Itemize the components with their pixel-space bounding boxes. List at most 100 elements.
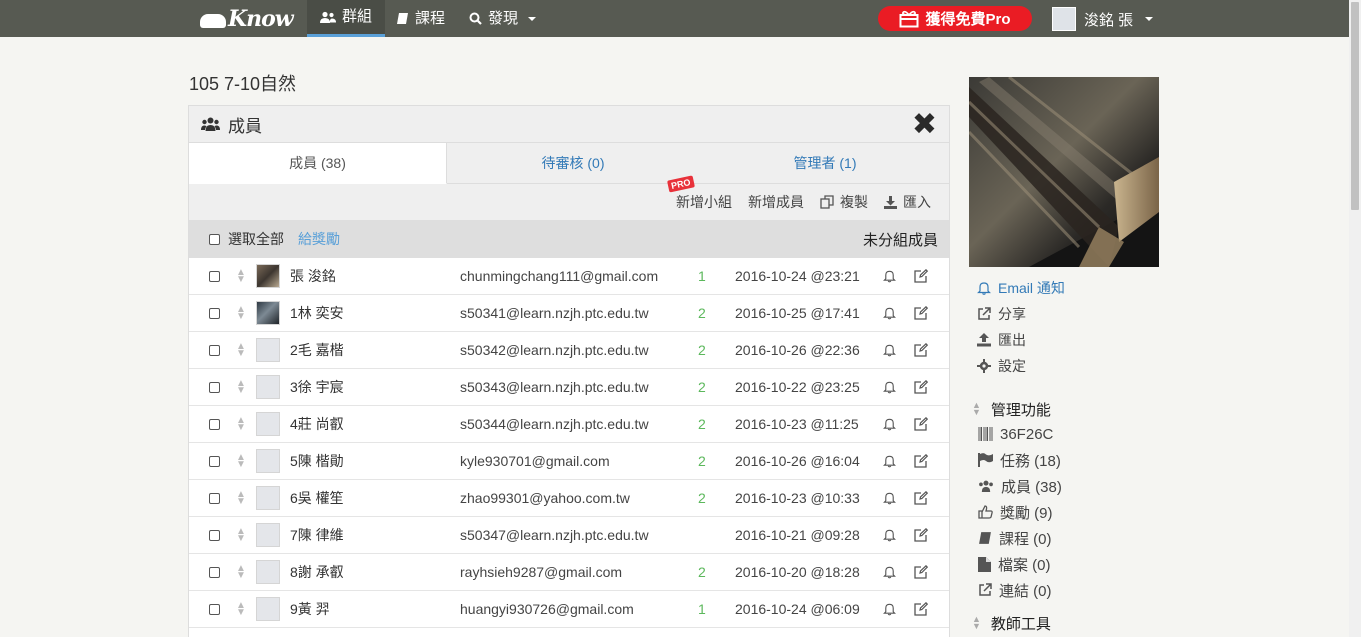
drag-handle-icon[interactable]: ▲ ▼ bbox=[236, 480, 246, 516]
edit-icon[interactable] bbox=[914, 369, 928, 405]
import-button[interactable]: 匯入 bbox=[884, 192, 931, 212]
give-award-link[interactable]: 給獎勵 bbox=[298, 229, 340, 249]
table-row[interactable]: ▲ ▼ 9黃 羿 huangyi930726@gmail.com 1 2016-10-24… bbox=[189, 591, 949, 628]
bell-icon[interactable] bbox=[883, 554, 896, 590]
checkbox[interactable] bbox=[209, 307, 220, 319]
admin-item-awards[interactable]: 獎勵 (9) bbox=[972, 499, 1062, 525]
drag-handle-icon[interactable]: ▲ ▼ bbox=[236, 295, 246, 331]
edit-icon[interactable] bbox=[914, 517, 928, 553]
drag-handle-icon[interactable]: ▲ ▼ bbox=[236, 517, 246, 553]
table-row[interactable]: ▲ ▼ 5陳 楷勛 kyle930701@gmail.com 2 2016-10-26 @… bbox=[189, 443, 949, 480]
checkbox[interactable] bbox=[209, 492, 220, 504]
nav-courses[interactable]: 課程 bbox=[396, 0, 445, 37]
drag-handle-icon[interactable]: ▲ ▼ bbox=[236, 369, 246, 405]
teacher-tools-header[interactable]: ▲ ▼ 教師工具 bbox=[972, 611, 1062, 635]
tab-pending[interactable]: 待審核 (0) bbox=[447, 143, 699, 183]
edit-icon[interactable] bbox=[914, 258, 928, 294]
checkbox[interactable] bbox=[209, 455, 220, 467]
bell-icon[interactable] bbox=[883, 517, 896, 553]
checkbox[interactable] bbox=[209, 529, 220, 541]
member-name[interactable]: 8謝 承叡 bbox=[290, 554, 344, 590]
checkbox[interactable] bbox=[209, 381, 220, 393]
edit-icon[interactable] bbox=[914, 443, 928, 479]
get-free-pro-button[interactable]: 獲得免費Pro bbox=[878, 6, 1032, 31]
bell-icon[interactable] bbox=[883, 406, 896, 442]
admin-item-members[interactable]: 成員 (38) bbox=[972, 473, 1062, 499]
table-row[interactable]: ▲ ▼ 3徐 宇宸 s50343@learn.nzjh.ptc.edu.tw 2 2016… bbox=[189, 369, 949, 406]
member-name[interactable]: 4莊 尚叡 bbox=[290, 406, 344, 442]
bell-icon[interactable] bbox=[883, 295, 896, 331]
row-checkbox[interactable] bbox=[209, 443, 220, 479]
table-row[interactable]: ▲ ▼ 7陳 律維 s50347@learn.nzjh.ptc.edu.tw 2016-… bbox=[189, 517, 949, 554]
member-name[interactable]: 6吳 權笙 bbox=[290, 480, 344, 516]
email-notify-link[interactable]: Email 通知 bbox=[977, 275, 1065, 301]
admin-section-header[interactable]: ▲ ▼ 管理功能 bbox=[972, 397, 1062, 421]
table-row[interactable]: ▲ ▼ 6吳 權笙 zhao99301@yahoo.com.tw 2 2016-10-23… bbox=[189, 480, 949, 517]
table-row[interactable]: ▲ ▼ 張 浚銘 chunmingchang111@gmail.com 1 2016-10… bbox=[189, 258, 949, 295]
table-row[interactable]: ▲ ▼ 8謝 承叡 rayhsieh9287@gmail.com 2 2016-10-20… bbox=[189, 554, 949, 591]
member-name[interactable]: 張 浚銘 bbox=[290, 258, 336, 294]
edit-icon[interactable] bbox=[914, 480, 928, 516]
user-menu[interactable]: 浚銘 張 bbox=[1052, 7, 1154, 31]
row-checkbox[interactable] bbox=[209, 295, 220, 331]
row-checkbox[interactable] bbox=[209, 258, 220, 294]
edit-icon[interactable] bbox=[914, 332, 928, 368]
member-name[interactable]: 1林 奕安 bbox=[290, 295, 344, 331]
nav-discover[interactable]: 發現 bbox=[469, 0, 537, 37]
drag-handle-icon[interactable]: ▲ ▼ bbox=[236, 443, 246, 479]
bell-icon[interactable] bbox=[883, 591, 896, 627]
member-name[interactable]: 3徐 宇宸 bbox=[290, 369, 344, 405]
bell-icon[interactable] bbox=[883, 443, 896, 479]
member-name[interactable]: 7陳 律維 bbox=[290, 517, 344, 553]
row-checkbox[interactable] bbox=[209, 369, 220, 405]
checkbox[interactable] bbox=[209, 603, 220, 615]
share-link[interactable]: 分享 bbox=[977, 301, 1065, 327]
admin-item-code[interactable]: 36F26C bbox=[972, 421, 1062, 447]
scrollbar-thumb[interactable] bbox=[1351, 2, 1359, 210]
logo[interactable]: Know bbox=[200, 6, 294, 32]
tab-members[interactable]: 成員 (38) bbox=[189, 143, 447, 184]
drag-handle-icon[interactable]: ▲ ▼ bbox=[236, 591, 246, 627]
row-checkbox[interactable] bbox=[209, 332, 220, 368]
select-all-checkbox[interactable]: 選取全部 bbox=[209, 229, 284, 249]
checkbox[interactable] bbox=[209, 233, 220, 245]
admin-item-links[interactable]: 連結 (0) bbox=[972, 577, 1062, 603]
admin-item-tasks[interactable]: 任務 (18) bbox=[972, 447, 1062, 473]
close-icon[interactable]: ✖ bbox=[912, 110, 937, 140]
row-checkbox[interactable] bbox=[209, 406, 220, 442]
table-row[interactable]: ▲ ▼ 4莊 尚叡 s50344@learn.nzjh.ptc.edu.tw 2 2016… bbox=[189, 406, 949, 443]
member-name[interactable]: 9黃 羿 bbox=[290, 591, 330, 627]
row-checkbox[interactable] bbox=[209, 480, 220, 516]
add-group-button[interactable]: 新增小組 bbox=[676, 192, 732, 212]
drag-handle-icon[interactable]: ▲ ▼ bbox=[236, 332, 246, 368]
tab-admins[interactable]: 管理者 (1) bbox=[699, 143, 951, 183]
drag-handle-icon[interactable]: ▲ ▼ bbox=[236, 554, 246, 590]
edit-icon[interactable] bbox=[914, 295, 928, 331]
row-checkbox[interactable] bbox=[209, 517, 220, 553]
export-link[interactable]: 匯出 bbox=[977, 327, 1065, 353]
table-row[interactable]: ▲ ▼ 1林 奕安 s50341@learn.nzjh.ptc.edu.tw 2 2016… bbox=[189, 295, 949, 332]
bell-icon[interactable] bbox=[883, 332, 896, 368]
checkbox[interactable] bbox=[209, 270, 220, 282]
add-member-button[interactable]: 新增成員 bbox=[748, 192, 804, 212]
edit-icon[interactable] bbox=[914, 406, 928, 442]
row-checkbox[interactable] bbox=[209, 591, 220, 627]
member-name[interactable]: 2毛 嘉楷 bbox=[290, 332, 344, 368]
admin-item-files[interactable]: 檔案 (0) bbox=[972, 551, 1062, 577]
drag-handle-icon[interactable]: ▲ ▼ bbox=[236, 406, 246, 442]
bell-icon[interactable] bbox=[883, 480, 896, 516]
page-scrollbar[interactable] bbox=[1349, 0, 1361, 637]
table-row[interactable]: ▲ ▼ 2毛 嘉楷 s50342@learn.nzjh.ptc.edu.tw 2 2016… bbox=[189, 332, 949, 369]
checkbox[interactable] bbox=[209, 344, 220, 356]
edit-icon[interactable] bbox=[914, 554, 928, 590]
checkbox[interactable] bbox=[209, 566, 220, 578]
bell-icon[interactable] bbox=[883, 369, 896, 405]
edit-icon[interactable] bbox=[914, 591, 928, 627]
admin-item-courses[interactable]: 課程 (0) bbox=[972, 525, 1062, 551]
drag-handle-icon[interactable]: ▲ ▼ bbox=[236, 258, 246, 294]
checkbox[interactable] bbox=[209, 418, 220, 430]
bell-icon[interactable] bbox=[883, 258, 896, 294]
member-name[interactable]: 5陳 楷勛 bbox=[290, 443, 344, 479]
copy-button[interactable]: 複製 bbox=[820, 192, 868, 212]
nav-groups[interactable]: 群組 bbox=[307, 0, 386, 37]
